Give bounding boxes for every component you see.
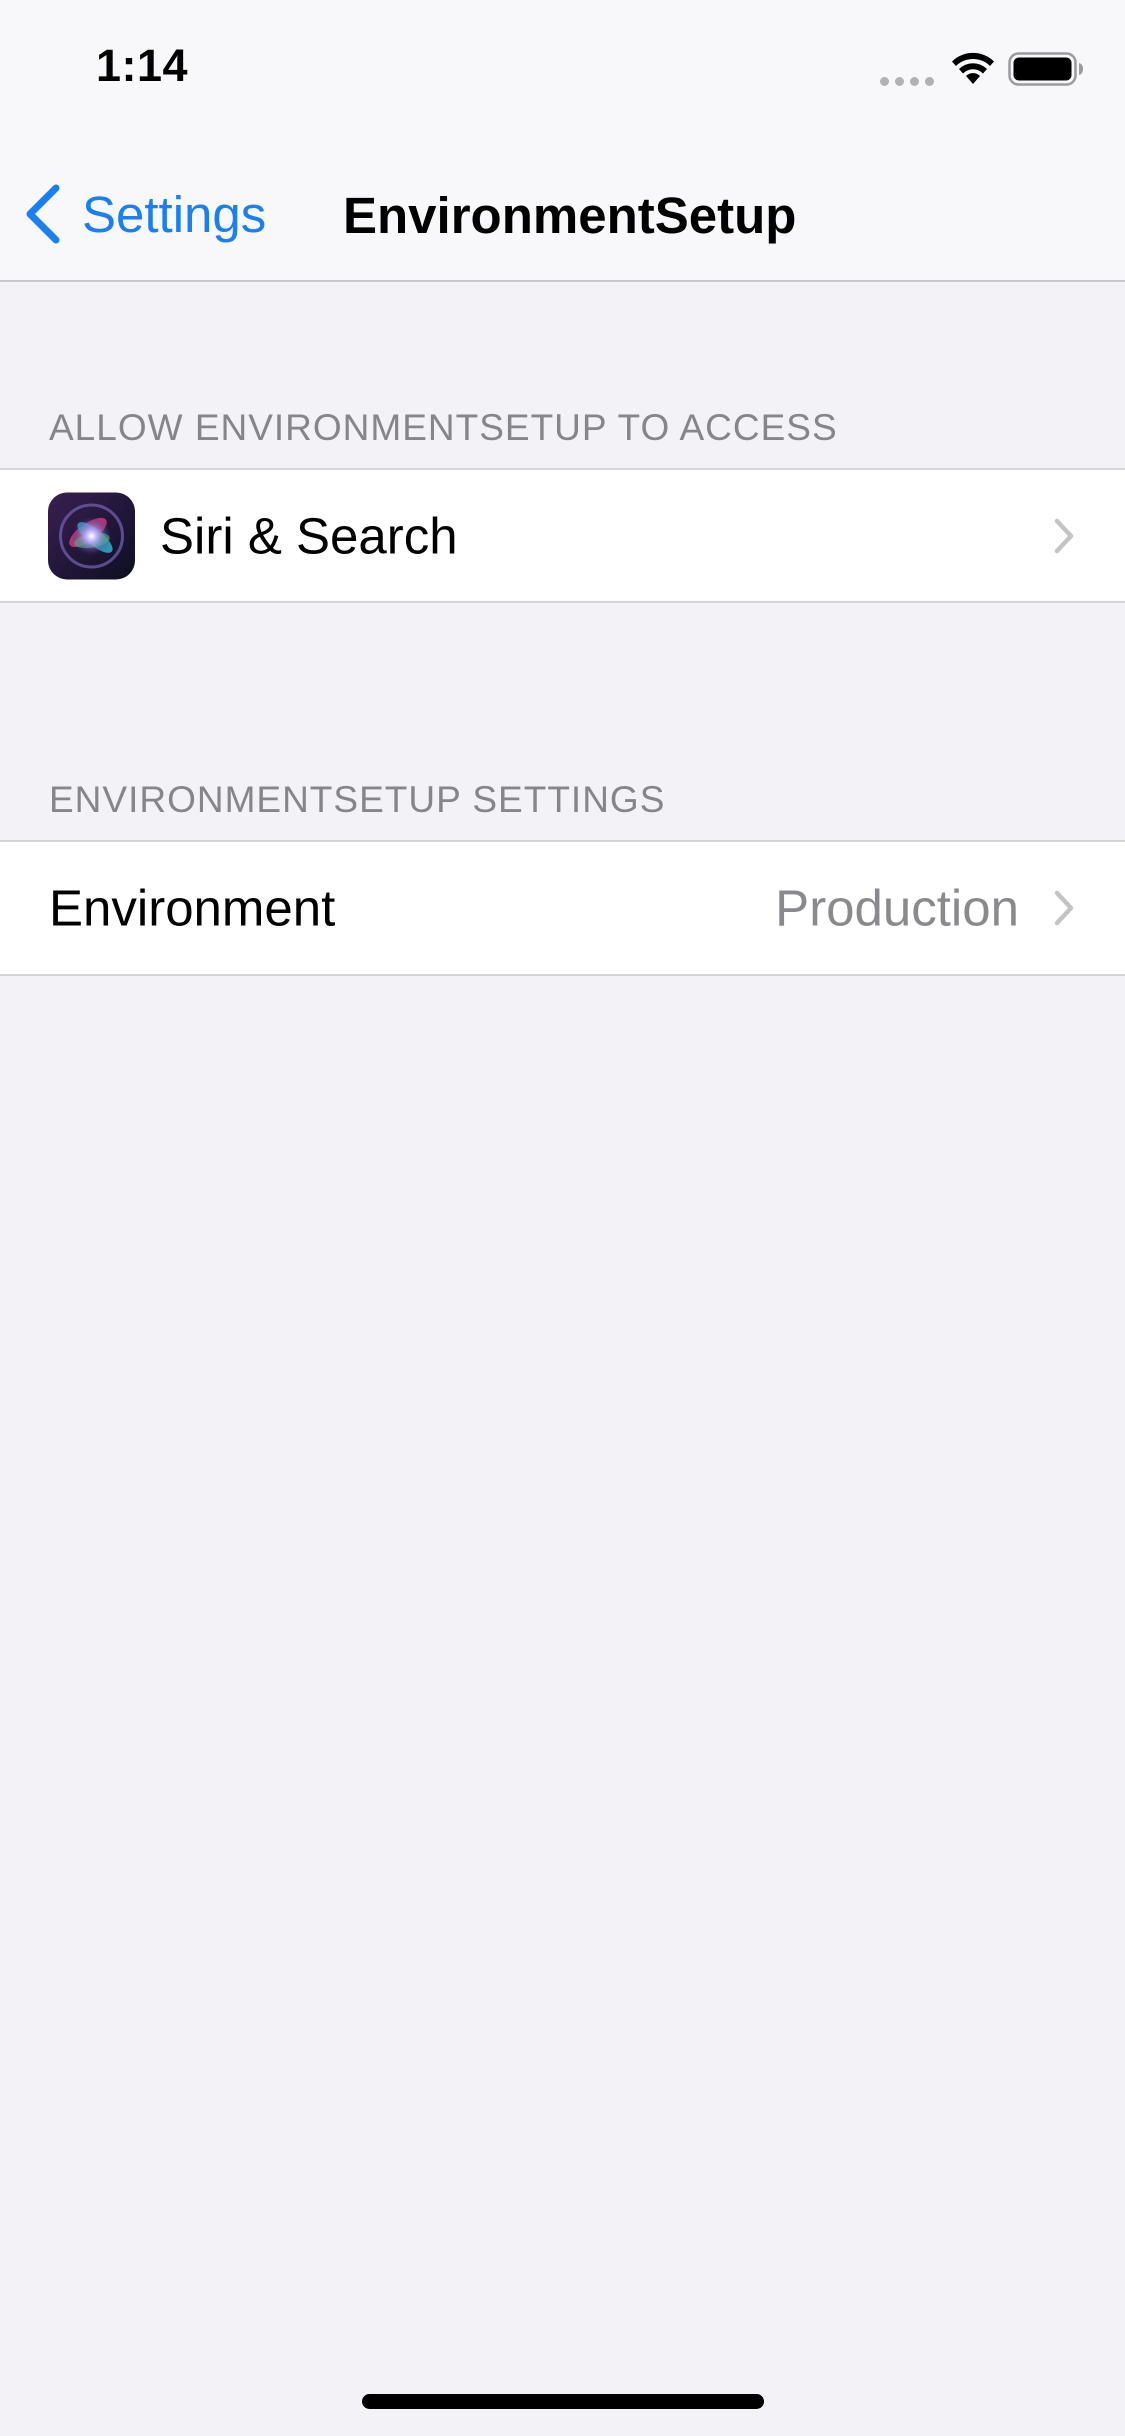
cellular-dots-icon (880, 77, 936, 87)
environment-label: Environment (49, 879, 336, 937)
siri-search-row[interactable]: Siri & Search (0, 470, 1125, 601)
section-header-access: ALLOW ENVIRONMENTSETUP TO ACCESS (49, 407, 838, 448)
siri-icon (48, 492, 135, 579)
access-group: Siri & Search (0, 468, 1125, 603)
navigation-bar: Settings EnvironmentSetup (0, 140, 1125, 282)
section-header-settings: ENVIRONMENTSETUP SETTINGS (49, 779, 666, 820)
siri-search-label: Siri & Search (160, 507, 458, 564)
environment-row[interactable]: Environment Production (0, 842, 1125, 974)
settings-group: Environment Production (0, 840, 1125, 976)
chevron-left-icon (26, 184, 60, 244)
chevron-right-icon (1054, 518, 1074, 553)
page-title: EnvironmentSetup (343, 187, 797, 244)
battery-icon (1008, 52, 1083, 86)
status-bar: 1:14 (0, 0, 1125, 140)
wifi-icon (952, 52, 994, 84)
back-button-label: Settings (82, 185, 267, 243)
status-time: 1:14 (96, 40, 189, 91)
chevron-right-icon (1054, 890, 1074, 926)
environment-value: Production (775, 879, 1019, 937)
back-button[interactable]: Settings (24, 182, 266, 246)
home-indicator[interactable] (362, 2394, 764, 2409)
